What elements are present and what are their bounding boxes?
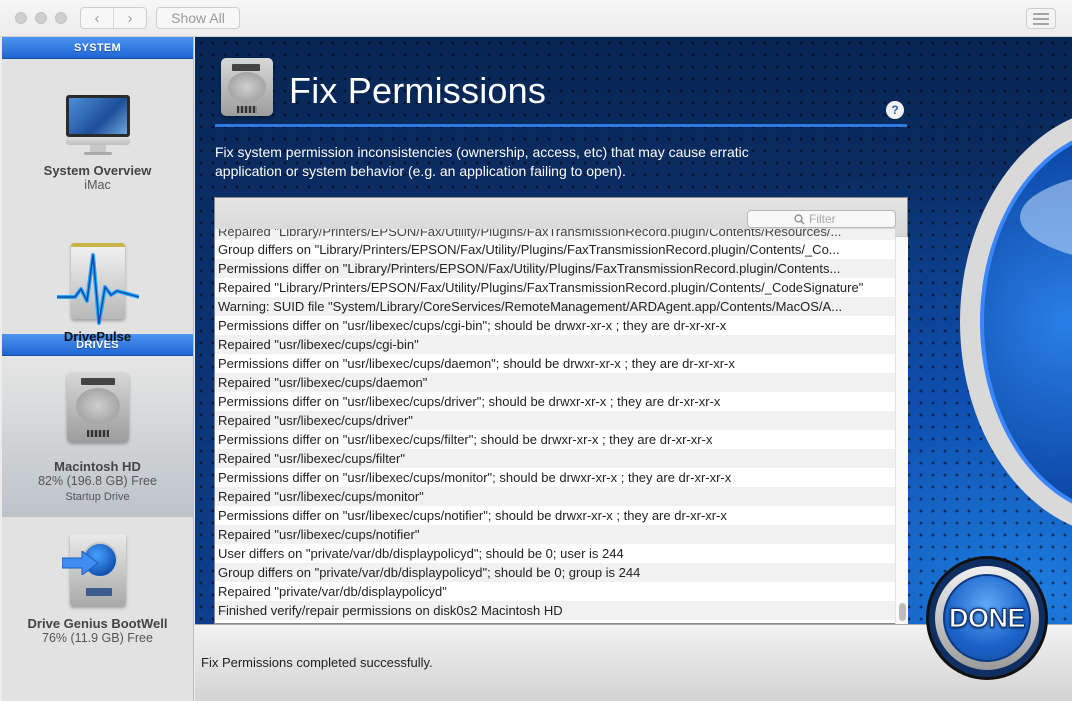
sidebar-item-label: Drive Genius BootWell: [27, 616, 168, 631]
help-icon: ?: [891, 103, 899, 117]
zoom-window-button[interactable]: [55, 12, 67, 24]
close-window-button[interactable]: [15, 12, 27, 24]
log-row[interactable]: Repaired "usr/libexec/cups/monitor": [215, 487, 895, 506]
status-message: Fix Permissions completed successfully.: [201, 655, 433, 670]
startup-drive-label: Startup Drive: [65, 491, 130, 503]
log-row[interactable]: Permissions differ on "usr/libexec/cups/…: [215, 392, 895, 411]
filter-field[interactable]: [747, 210, 896, 228]
log-row[interactable]: Repaired "usr/libexec/cups/driver": [215, 411, 895, 430]
log-row[interactable]: Repaired "usr/libexec/cups/filter": [215, 449, 895, 468]
log-row[interactable]: Repaired "private/var/db/displaypolicyd": [215, 582, 895, 601]
help-button[interactable]: ?: [886, 101, 904, 119]
app-window: ‹ › Show All SYSTEM System Overview iMac: [0, 0, 1072, 701]
log-row[interactable]: Permissions differ on "Library/Printers/…: [215, 259, 895, 278]
log-list[interactable]: Repaired "Library/Printers/EPSON/Fax/Uti…: [215, 229, 895, 624]
sidebar-item-drivepulse[interactable]: DrivePulse: [2, 205, 193, 344]
done-button-label: DONE: [948, 602, 1026, 633]
log-row[interactable]: Repaired "usr/libexec/cups/cgi-bin": [215, 335, 895, 354]
drivepulse-icon: [56, 243, 139, 325]
imac-icon: [65, 95, 130, 157]
back-button[interactable]: ‹: [81, 8, 113, 28]
sidebar-item-label: Macintosh HD: [54, 459, 141, 474]
bootwell-drive-icon: [61, 534, 126, 606]
navigation-buttons: ‹ ›: [80, 7, 147, 29]
sidebar-item-label: System Overview: [43, 163, 152, 178]
log-row[interactable]: Repaired "Library/Printers/EPSON/Fax/Uti…: [215, 229, 895, 240]
show-all-button[interactable]: Show All: [156, 7, 240, 29]
sidebar-item-system-overview[interactable]: System Overview iMac: [2, 59, 193, 205]
drive-free-space: 76% (11.9 GB) Free: [42, 631, 153, 645]
sidebar-section-system: SYSTEM: [2, 37, 193, 59]
sidebar-item-drive-genius-bootwell[interactable]: Drive Genius BootWell 76% (11.9 GB) Free: [2, 517, 193, 667]
list-view-icon: [1033, 12, 1049, 15]
log-row[interactable]: Warning: SUID file "System/Library/CoreS…: [215, 297, 895, 316]
chevron-left-icon: ‹: [94, 9, 100, 27]
log-panel: Repaired "Library/Printers/EPSON/Fax/Uti…: [214, 197, 908, 624]
filter-input[interactable]: [809, 212, 849, 226]
list-view-icon-line: [1033, 17, 1049, 20]
log-row[interactable]: Permissions differ on "usr/libexec/cups/…: [215, 430, 895, 449]
chevron-right-icon: ›: [127, 9, 133, 27]
log-row[interactable]: Permissions differ on "usr/libexec/cups/…: [215, 354, 895, 373]
log-row[interactable]: Permissions differ on "usr/libexec/cups/…: [215, 506, 895, 525]
search-icon: [794, 213, 805, 224]
done-button-ring: DONE: [935, 566, 1039, 670]
log-row[interactable]: Group differs on "Library/Printers/EPSON…: [215, 240, 895, 259]
log-row[interactable]: Group differs on "private/var/db/display…: [215, 563, 895, 582]
log-scrollbar[interactable]: [895, 237, 908, 624]
hard-drive-icon: [66, 372, 129, 442]
minimize-window-button[interactable]: [35, 12, 47, 24]
log-row[interactable]: Permissions differ on "usr/libexec/cups/…: [215, 468, 895, 487]
sidebar-item-label: DrivePulse: [63, 329, 132, 344]
main-panel: Fix Permissions ? Fix system permission …: [195, 37, 1072, 624]
log-row[interactable]: Finished verify/repair permissions on di…: [215, 601, 895, 620]
log-row[interactable]: Permissions differ on "usr/libexec/cups/…: [215, 316, 895, 335]
sidebar-item-macintosh-hd[interactable]: Macintosh HD 82% (196.8 GB) Free Startup…: [2, 356, 193, 517]
drive-free-space: 82% (196.8 GB) Free: [38, 474, 157, 488]
log-row[interactable]: Repaired "usr/libexec/cups/daemon": [215, 373, 895, 392]
page-description: Fix system permission inconsistencies (o…: [215, 144, 749, 179]
list-view-button[interactable]: [1026, 8, 1056, 29]
sidebar-item-subtitle: iMac: [84, 178, 111, 192]
list-view-icon-line: [1033, 22, 1049, 25]
title-bar: ‹ › Show All: [0, 0, 1072, 37]
forward-button[interactable]: ›: [113, 8, 146, 28]
done-button[interactable]: DONE: [926, 556, 1048, 680]
header-icon: [221, 58, 273, 118]
scrollbar-thumb[interactable]: [899, 603, 906, 621]
log-row[interactable]: Repaired "usr/libexec/cups/notifier": [215, 525, 895, 544]
page-title: Fix Permissions: [289, 70, 547, 111]
done-button-core: DONE: [943, 574, 1031, 662]
hard-drive-icon: [221, 58, 273, 116]
log-row[interactable]: User differs on "private/var/db/displayp…: [215, 544, 895, 563]
header-divider: [215, 124, 907, 127]
sidebar: SYSTEM System Overview iMac DrivePulse D…: [2, 37, 194, 701]
decorative-ring: [960, 107, 1072, 537]
log-row[interactable]: Repaired "Library/Printers/EPSON/Fax/Uti…: [215, 278, 895, 297]
